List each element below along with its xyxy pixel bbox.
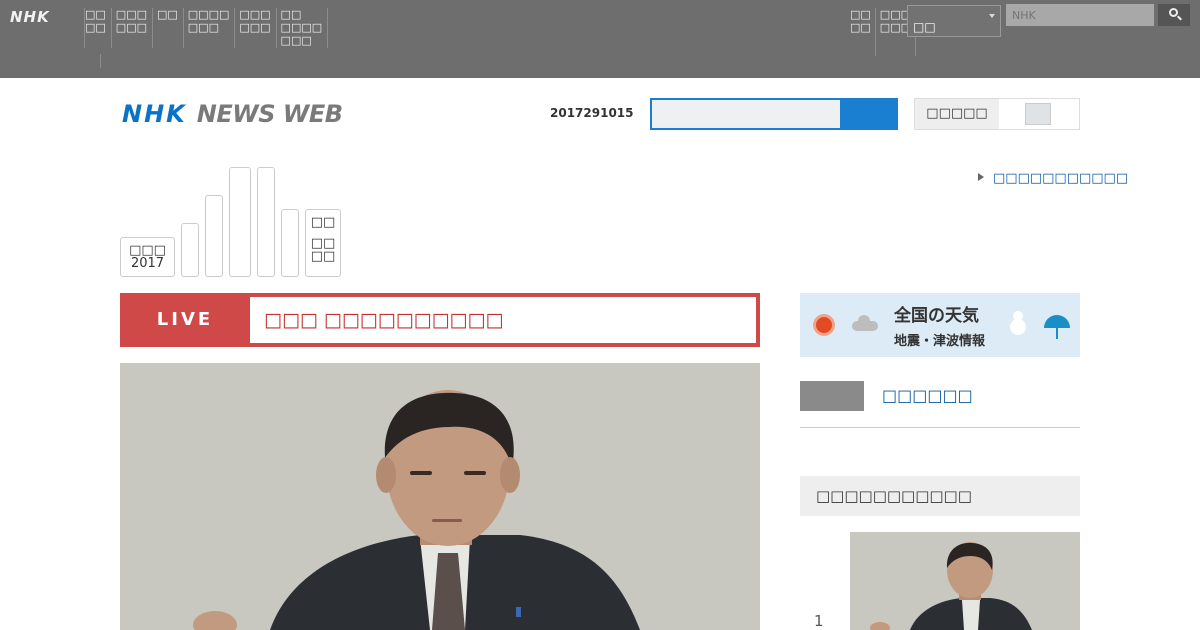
ranking-thumbnail[interactable] <box>850 532 1080 630</box>
chevron-down-icon <box>989 14 995 18</box>
portrait-thumbnail-image <box>850 532 1080 630</box>
date-tab[interactable] <box>281 209 299 277</box>
global-nav-item[interactable]: □□ □□□□ □□□ <box>281 8 329 48</box>
snowman-icon-base <box>1010 319 1026 335</box>
global-nav-item[interactable]: □□ □□ <box>84 8 112 48</box>
nhk-logo[interactable]: NHK <box>10 8 50 26</box>
sun-icon <box>816 317 832 333</box>
news-search-input[interactable] <box>650 98 842 130</box>
region-select-value: □□ <box>913 20 936 34</box>
date-tab[interactable] <box>205 195 223 277</box>
brand-nhk: NHK <box>122 100 187 128</box>
live-headline: □□□ □□□□□□□□□□ <box>250 297 756 343</box>
global-search-input[interactable] <box>1006 4 1154 26</box>
date-tab[interactable]: □□□ 2017 <box>120 237 175 277</box>
divider <box>100 54 101 68</box>
global-nav-item[interactable]: □□□□ □□□ <box>188 8 236 48</box>
global-search-button[interactable] <box>1158 4 1190 26</box>
global-nav: □□ □□ □□□ □□□ □□ □□□□ □□□ □□□ □□□ □□ □□□… <box>84 8 332 48</box>
portrait-image <box>120 363 760 630</box>
date-tab-line: □□ <box>310 249 336 264</box>
news-web-logo[interactable]: NHK NEWS WEB <box>122 100 343 128</box>
toggle-label: □□□□□ <box>915 99 999 129</box>
date-tab[interactable]: □□ □□ □□ <box>305 209 341 277</box>
triangle-right-icon <box>978 173 984 181</box>
brand-newsweb: NEWS WEB <box>196 100 343 128</box>
video-link[interactable]: □□□□□□ <box>882 386 973 405</box>
umbrella-icon-handle <box>1056 327 1058 339</box>
global-nav-item[interactable]: □□ <box>157 8 184 48</box>
divider <box>800 427 1080 428</box>
display-toggle[interactable]: □□□□□ <box>914 98 1080 130</box>
top-story-photo[interactable] <box>120 363 760 630</box>
header-date: 2017291015 <box>550 106 634 120</box>
date-tab-line: 2017 <box>130 256 165 271</box>
weather-title: 全国の天気 <box>894 306 979 326</box>
ranking-heading: □□□□□□□□□□□ <box>800 476 1080 516</box>
date-tab[interactable] <box>181 223 199 277</box>
global-nav-right-item[interactable]: □□ □□ <box>850 8 876 56</box>
cloud-icon-base <box>852 321 878 331</box>
header-right-link[interactable]: □□□□□□□□□□□ <box>978 171 1128 186</box>
region-select[interactable]: □□ <box>907 5 1001 37</box>
live-banner[interactable]: LIVE □□□ □□□□□□□□□□ <box>120 293 760 347</box>
header-right-link-label: □□□□□□□□□□□ <box>993 171 1129 186</box>
weather-banner[interactable]: 全国の天気 地震・津波情報 <box>800 293 1080 357</box>
global-nav-item[interactable]: □□□ □□□ <box>239 8 277 48</box>
global-nav-bar: NHK □□ □□ □□□ □□□ □□ □□□□ □□□ □□□ □□□ □□… <box>0 0 1200 78</box>
date-tab[interactable] <box>257 167 275 277</box>
toggle-knob[interactable] <box>1025 103 1051 125</box>
date-tab[interactable] <box>229 167 251 277</box>
date-tab-line: □□ <box>310 215 336 230</box>
weather-subtitle: 地震・津波情報 <box>894 334 986 349</box>
ranking-number: 1 <box>814 612 824 630</box>
global-nav-item[interactable]: □□□ □□□ <box>116 8 153 48</box>
live-tag: LIVE <box>156 309 214 330</box>
news-search-button[interactable] <box>841 98 898 130</box>
search-icon-handle <box>1177 15 1182 21</box>
video-button[interactable] <box>800 381 864 411</box>
